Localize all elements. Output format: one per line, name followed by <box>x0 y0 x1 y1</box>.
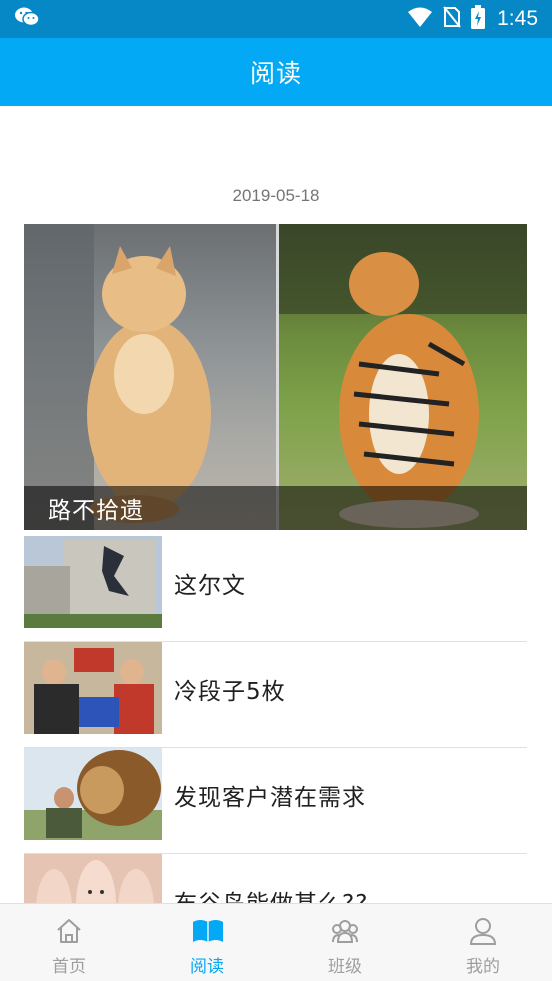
hero-image-tiger <box>279 224 527 530</box>
wechat-icon <box>14 6 40 32</box>
article-thumbnail <box>24 642 162 734</box>
list-item[interactable]: 发现客户潜在需求 <box>24 748 527 854</box>
tab-label: 首页 <box>52 957 86 977</box>
wifi-icon <box>407 6 433 33</box>
list-item[interactable]: 冷段子5枚 <box>24 642 527 748</box>
status-right: 1:45 <box>407 4 538 34</box>
tab-label: 班级 <box>328 957 362 977</box>
status-left <box>14 6 40 32</box>
status-bar: 1:45 <box>0 0 552 38</box>
list-item[interactable]: 布谷鸟能做甚么?? <box>24 854 527 903</box>
article-title: 冷段子5枚 <box>174 679 286 705</box>
feed-date: 2019-05-18 <box>232 186 320 205</box>
article-title: 布谷鸟能做甚么?? <box>174 884 368 903</box>
list-item[interactable]: 这尔文 <box>24 536 527 642</box>
tab-class[interactable]: 班级 <box>276 904 414 981</box>
article-thumbnail <box>24 536 162 628</box>
tab-label: 我的 <box>466 957 500 977</box>
hero-article-card[interactable]: 路不拾遗 <box>24 224 527 530</box>
group-icon <box>330 916 360 946</box>
article-list: 这尔文 冷段子5枚 发现客户潜在需求 <box>24 536 527 903</box>
hero-caption: 路不拾遗 <box>48 498 144 524</box>
battery-charging-icon <box>471 4 486 34</box>
article-title: 这尔文 <box>174 573 246 599</box>
bottom-tab-bar: 首页 阅读 班级 我的 <box>0 903 552 981</box>
person-icon <box>468 916 498 946</box>
tab-profile[interactable]: 我的 <box>414 904 552 981</box>
app-bar: 阅读 <box>0 38 552 106</box>
reading-feed[interactable]: 2019-05-18 路不拾遗 这尔文 冷段子5枚 发现客户潜在需求 <box>0 106 552 903</box>
tab-label: 阅读 <box>190 957 224 977</box>
article-thumbnail <box>24 748 162 840</box>
article-thumbnail <box>24 854 162 903</box>
tab-home[interactable]: 首页 <box>0 904 138 981</box>
book-icon <box>192 916 223 946</box>
no-sim-icon <box>443 5 461 33</box>
hero-image-cat <box>24 224 276 530</box>
page-title: 阅读 <box>249 59 302 88</box>
hero-caption-bar: 路不拾遗 <box>24 486 527 530</box>
home-icon <box>54 916 84 946</box>
status-time: 1:45 <box>497 7 538 30</box>
tab-reading[interactable]: 阅读 <box>138 904 276 981</box>
article-title: 发现客户潜在需求 <box>174 785 366 811</box>
